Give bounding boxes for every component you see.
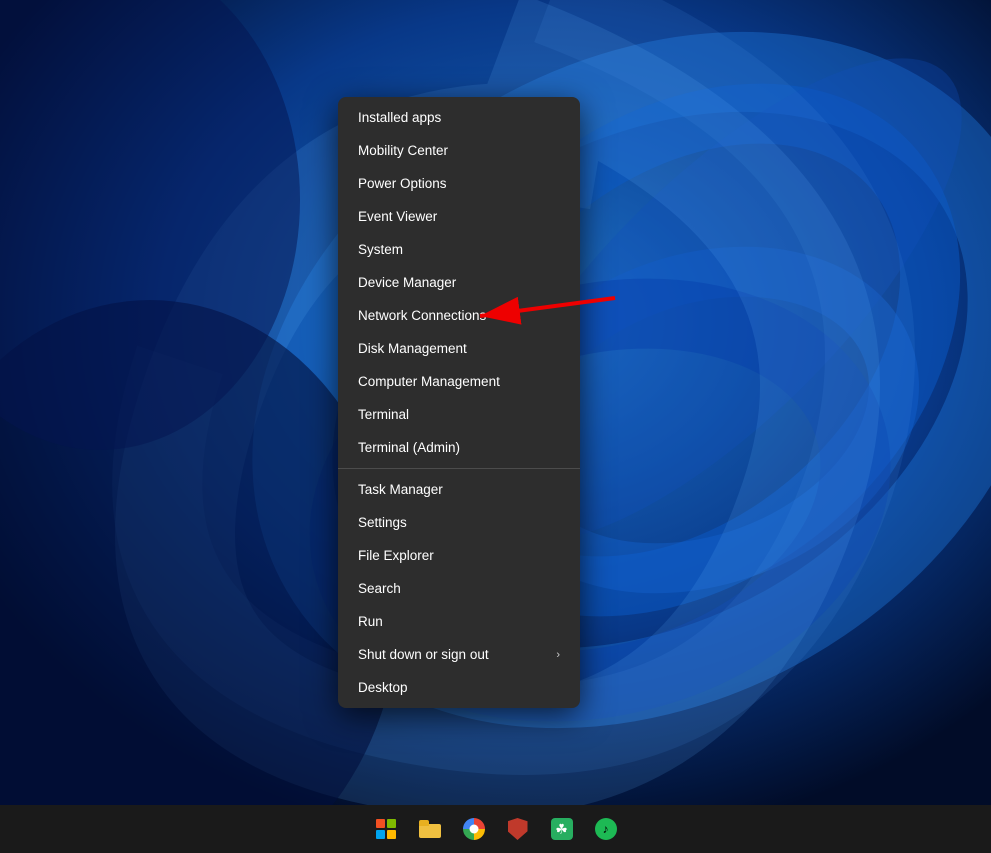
menu-item-label-search: Search <box>358 581 401 596</box>
menu-item-label-mobility-center: Mobility Center <box>358 143 448 158</box>
security-taskbar-icon[interactable] <box>500 811 536 847</box>
chrome-taskbar-icon[interactable] <box>456 811 492 847</box>
menu-item-file-explorer[interactable]: File Explorer <box>338 539 580 572</box>
menu-item-label-event-viewer: Event Viewer <box>358 209 437 224</box>
shield-icon <box>508 818 528 840</box>
menu-divider <box>338 468 580 469</box>
menu-item-label-power-options: Power Options <box>358 176 447 191</box>
menu-item-label-system: System <box>358 242 403 257</box>
menu-item-system[interactable]: System <box>338 233 580 266</box>
menu-item-label-desktop: Desktop <box>358 680 408 695</box>
menu-item-label-terminal: Terminal <box>358 407 409 422</box>
menu-item-label-installed-apps: Installed apps <box>358 110 441 125</box>
menu-item-label-disk-management: Disk Management <box>358 341 467 356</box>
context-menu: Installed apps Mobility Center Power Optio… <box>338 97 580 708</box>
menu-item-terminal-admin[interactable]: Terminal (Admin) <box>338 431 580 464</box>
menu-item-label-task-manager: Task Manager <box>358 482 443 497</box>
menu-item-device-manager[interactable]: Device Manager <box>338 266 580 299</box>
chevron-right-icon: › <box>556 649 560 661</box>
green-app-taskbar-icon[interactable]: ☘ <box>544 811 580 847</box>
menu-item-power-options[interactable]: Power Options <box>338 167 580 200</box>
menu-item-label-file-explorer: File Explorer <box>358 548 434 563</box>
chrome-icon <box>463 818 485 840</box>
menu-item-label-shut-down-sign-out: Shut down or sign out <box>358 647 489 662</box>
taskbar: ☘ <box>0 805 991 853</box>
menu-item-search[interactable]: Search <box>338 572 580 605</box>
menu-item-event-viewer[interactable]: Event Viewer <box>338 200 580 233</box>
menu-item-label-computer-management: Computer Management <box>358 374 500 389</box>
menu-item-label-network-connections: Network Connections <box>358 308 486 323</box>
menu-item-settings[interactable]: Settings <box>338 506 580 539</box>
spotify-icon <box>595 818 617 840</box>
menu-item-computer-management[interactable]: Computer Management <box>338 365 580 398</box>
menu-item-shut-down-sign-out[interactable]: Shut down or sign out › <box>338 638 580 671</box>
menu-item-label-device-manager: Device Manager <box>358 275 456 290</box>
menu-item-installed-apps[interactable]: Installed apps <box>338 101 580 134</box>
menu-item-mobility-center[interactable]: Mobility Center <box>338 134 580 167</box>
menu-item-desktop[interactable]: Desktop <box>338 671 580 704</box>
spotify-taskbar-icon[interactable] <box>588 811 624 847</box>
folder-icon <box>419 820 441 838</box>
menu-item-terminal[interactable]: Terminal <box>338 398 580 431</box>
green-app-icon: ☘ <box>551 818 573 840</box>
menu-item-network-connections[interactable]: Network Connections <box>338 299 580 332</box>
menu-item-run[interactable]: Run <box>338 605 580 638</box>
menu-item-task-manager[interactable]: Task Manager <box>338 473 580 506</box>
menu-item-label-terminal-admin: Terminal (Admin) <box>358 440 460 455</box>
menu-item-label-run: Run <box>358 614 383 629</box>
menu-item-label-settings: Settings <box>358 515 407 530</box>
file-explorer-taskbar-icon[interactable] <box>412 811 448 847</box>
windows-logo-icon <box>376 819 396 839</box>
start-button[interactable] <box>368 811 404 847</box>
menu-item-disk-management[interactable]: Disk Management <box>338 332 580 365</box>
